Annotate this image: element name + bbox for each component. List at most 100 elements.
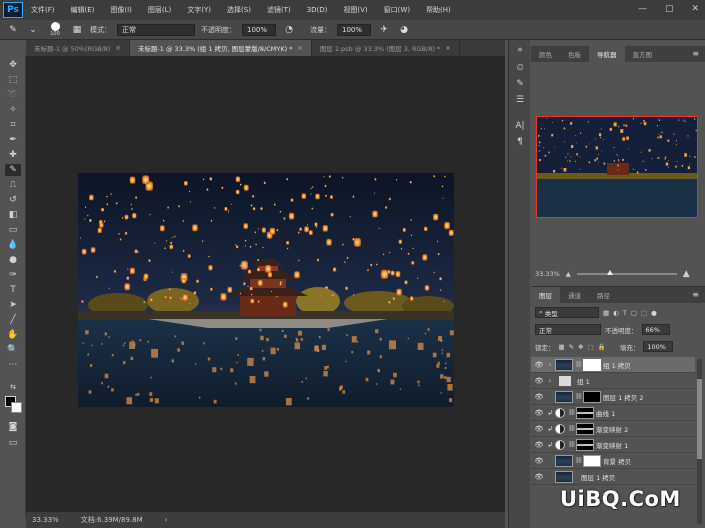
navigator-zoom-slider[interactable] [576, 270, 677, 275]
crop-tool-icon[interactable]: ⌗ [5, 119, 21, 131]
document-canvas[interactable] [78, 173, 454, 407]
zoom-tool-icon[interactable]: 🔍 [5, 344, 21, 356]
layer-mask-thumbnail[interactable] [583, 454, 601, 467]
zoom-in-icon[interactable]: ▲ [683, 269, 690, 279]
layer-mask-thumbnail[interactable] [576, 422, 594, 435]
visibility-eye-icon[interactable]: 👁 [533, 457, 545, 465]
eraser-tool-icon[interactable]: ◧ [5, 209, 21, 221]
tab-navigator[interactable]: 导航器 [589, 46, 625, 62]
layer-row-curves[interactable]: 👁 ↲ ⛓ 曲线 1 [531, 405, 695, 421]
tab-paths[interactable]: 路径 [589, 287, 618, 303]
close-icon[interactable]: × [445, 44, 450, 52]
brush-preset-picker[interactable]: 100 [46, 22, 64, 37]
layer-row-group[interactable]: 👁 › 组 1 [531, 373, 695, 389]
tab-color[interactable]: 颜色 [531, 46, 560, 62]
menu-filter[interactable]: 滤镜(T) [259, 5, 299, 15]
chevron-right-icon[interactable]: › [165, 516, 168, 524]
close-icon[interactable]: ✕ [691, 4, 699, 14]
visibility-eye-icon[interactable]: 👁 [533, 409, 545, 417]
brush-tool-icon[interactable]: ✎ [6, 23, 20, 37]
menu-type[interactable]: 文字(Y) [179, 5, 219, 15]
marquee-tool-icon[interactable]: ⬚ [5, 74, 21, 86]
layer-row-group-copy[interactable]: 👁 › ⛓ 组 1 拷贝 [531, 357, 695, 373]
menu-file[interactable]: 文件(F) [23, 5, 63, 15]
maximize-icon[interactable]: ▢ [665, 4, 674, 14]
tab-document-1[interactable]: 未标题-1 @ 50%(RGB/8) × [26, 40, 130, 56]
airbrush-icon[interactable]: ✈ [377, 23, 391, 37]
status-doc-info[interactable]: 文档:6.39M/89.8M [81, 515, 143, 525]
history-panel-icon[interactable]: ⏲ [513, 62, 527, 74]
expand-arrow-icon[interactable]: › [545, 377, 555, 385]
layer-row-gradient-map-1[interactable]: 👁 ↲ ⛓ 渐变映射 1 [531, 437, 695, 453]
minimize-icon[interactable]: — [638, 4, 647, 14]
lock-artboard-icon[interactable]: ⬚ [588, 343, 594, 351]
brush-tool-icon[interactable]: ✎ [5, 164, 21, 176]
path-select-tool-icon[interactable]: ➤ [5, 299, 21, 311]
filter-adjustment-icon[interactable]: ◐ [613, 309, 619, 317]
filter-pixel-icon[interactable]: ▦ [603, 309, 609, 317]
tab-document-2[interactable]: 未标题-1 @ 33.3% (组 1 拷贝, 图层蒙版/8/CMYK) * × [129, 40, 312, 56]
collapse-panels-icon[interactable]: » [513, 44, 527, 56]
pressure-size-icon[interactable]: ◕ [397, 23, 411, 37]
scrollbar-thumb[interactable] [697, 379, 702, 459]
character-panel-icon[interactable]: A| [513, 120, 527, 132]
move-tool-icon[interactable]: ✥ [5, 59, 21, 71]
visibility-eye-icon[interactable]: 👁 [533, 425, 545, 433]
gradient-tool-icon[interactable]: ▭ [5, 224, 21, 236]
panel-menu-icon[interactable]: ≡ [692, 49, 699, 58]
background-color-swatch[interactable] [11, 402, 22, 413]
menu-help[interactable]: 帮助(H) [418, 5, 459, 15]
menu-image[interactable]: 图像(I) [102, 5, 140, 15]
hand-tool-icon[interactable]: ✋ [5, 329, 21, 341]
visibility-eye-icon[interactable]: 👁 [533, 361, 545, 369]
tab-histogram[interactable]: 直方图 [625, 46, 661, 62]
layer-row-background-copy[interactable]: 👁 ⛓ 背景 拷贝 [531, 453, 695, 469]
layer-filter-select[interactable]: ⌕ 类型 [535, 307, 599, 318]
quick-mask-icon[interactable]: ◙ [5, 421, 21, 433]
tab-document-3[interactable]: 图层 2.psb @ 33.3% (图层 3, RGB/8) * × [312, 40, 460, 56]
opacity-field[interactable]: 100% [242, 23, 276, 36]
zoom-out-icon[interactable]: ▲ [566, 270, 571, 278]
clone-stamp-tool-icon[interactable]: ⎍ [5, 179, 21, 191]
layer-fill-field[interactable]: 100% [643, 341, 674, 352]
pressure-opacity-icon[interactable]: ◔ [282, 23, 296, 37]
status-zoom[interactable]: 33.33% [32, 516, 59, 524]
filter-shape-icon[interactable]: ▢ [631, 309, 637, 317]
blur-tool-icon[interactable]: 💧 [5, 239, 21, 251]
visibility-eye-icon[interactable]: 👁 [533, 441, 545, 449]
pen-tool-icon[interactable]: ✑ [5, 269, 21, 281]
menu-layer[interactable]: 图层(L) [140, 5, 179, 15]
brush-panel-toggle-icon[interactable]: ▦ [70, 23, 84, 37]
navigator-thumbnail[interactable] [536, 116, 698, 218]
dodge-tool-icon[interactable]: ● [5, 254, 21, 266]
adjust-panel-icon[interactable]: ☰ [513, 94, 527, 106]
canvas-workspace[interactable] [26, 56, 505, 512]
eyedropper-tool-icon[interactable]: ✒ [5, 134, 21, 146]
layer-mask-thumbnail[interactable] [583, 358, 601, 371]
brush-settings-icon[interactable]: ✎ [513, 78, 527, 90]
layer-opacity-field[interactable]: 66% [641, 324, 670, 335]
lasso-tool-icon[interactable]: ➰ [5, 89, 21, 101]
chevron-down-icon[interactable]: ⌄ [26, 23, 40, 37]
menu-select[interactable]: 选择(S) [219, 5, 259, 15]
layer-row-pixel-copy-2[interactable]: 👁 ⛓ 图层 1 拷贝 2 [531, 389, 695, 405]
tab-layers[interactable]: 图层 [531, 287, 560, 303]
menu-3d[interactable]: 3D(D) [299, 6, 336, 14]
navigator-zoom-value[interactable]: 33.33% [535, 270, 560, 278]
panel-menu-icon[interactable]: ≡ [692, 290, 699, 299]
tab-swatches[interactable]: 色板 [560, 46, 589, 62]
paragraph-panel-icon[interactable]: ¶ [513, 136, 527, 148]
zoom-slider-handle[interactable] [606, 270, 613, 275]
lock-all-icon[interactable]: 🔒 [598, 343, 606, 351]
menu-edit[interactable]: 编辑(E) [63, 5, 103, 15]
filter-smart-icon[interactable]: ⬚ [641, 309, 647, 317]
expand-arrow-icon[interactable]: › [545, 361, 555, 369]
lock-position-icon[interactable]: ✥ [578, 343, 583, 351]
visibility-eye-icon[interactable]: 👁 [533, 473, 545, 481]
lock-transparency-icon[interactable]: ▦ [559, 343, 565, 351]
layers-scrollbar[interactable] [697, 359, 702, 524]
menu-view[interactable]: 视图(V) [335, 5, 375, 15]
mode-select[interactable]: 正常 [117, 23, 195, 36]
layer-mask-thumbnail[interactable] [576, 406, 594, 419]
type-tool-icon[interactable]: T [5, 284, 21, 296]
